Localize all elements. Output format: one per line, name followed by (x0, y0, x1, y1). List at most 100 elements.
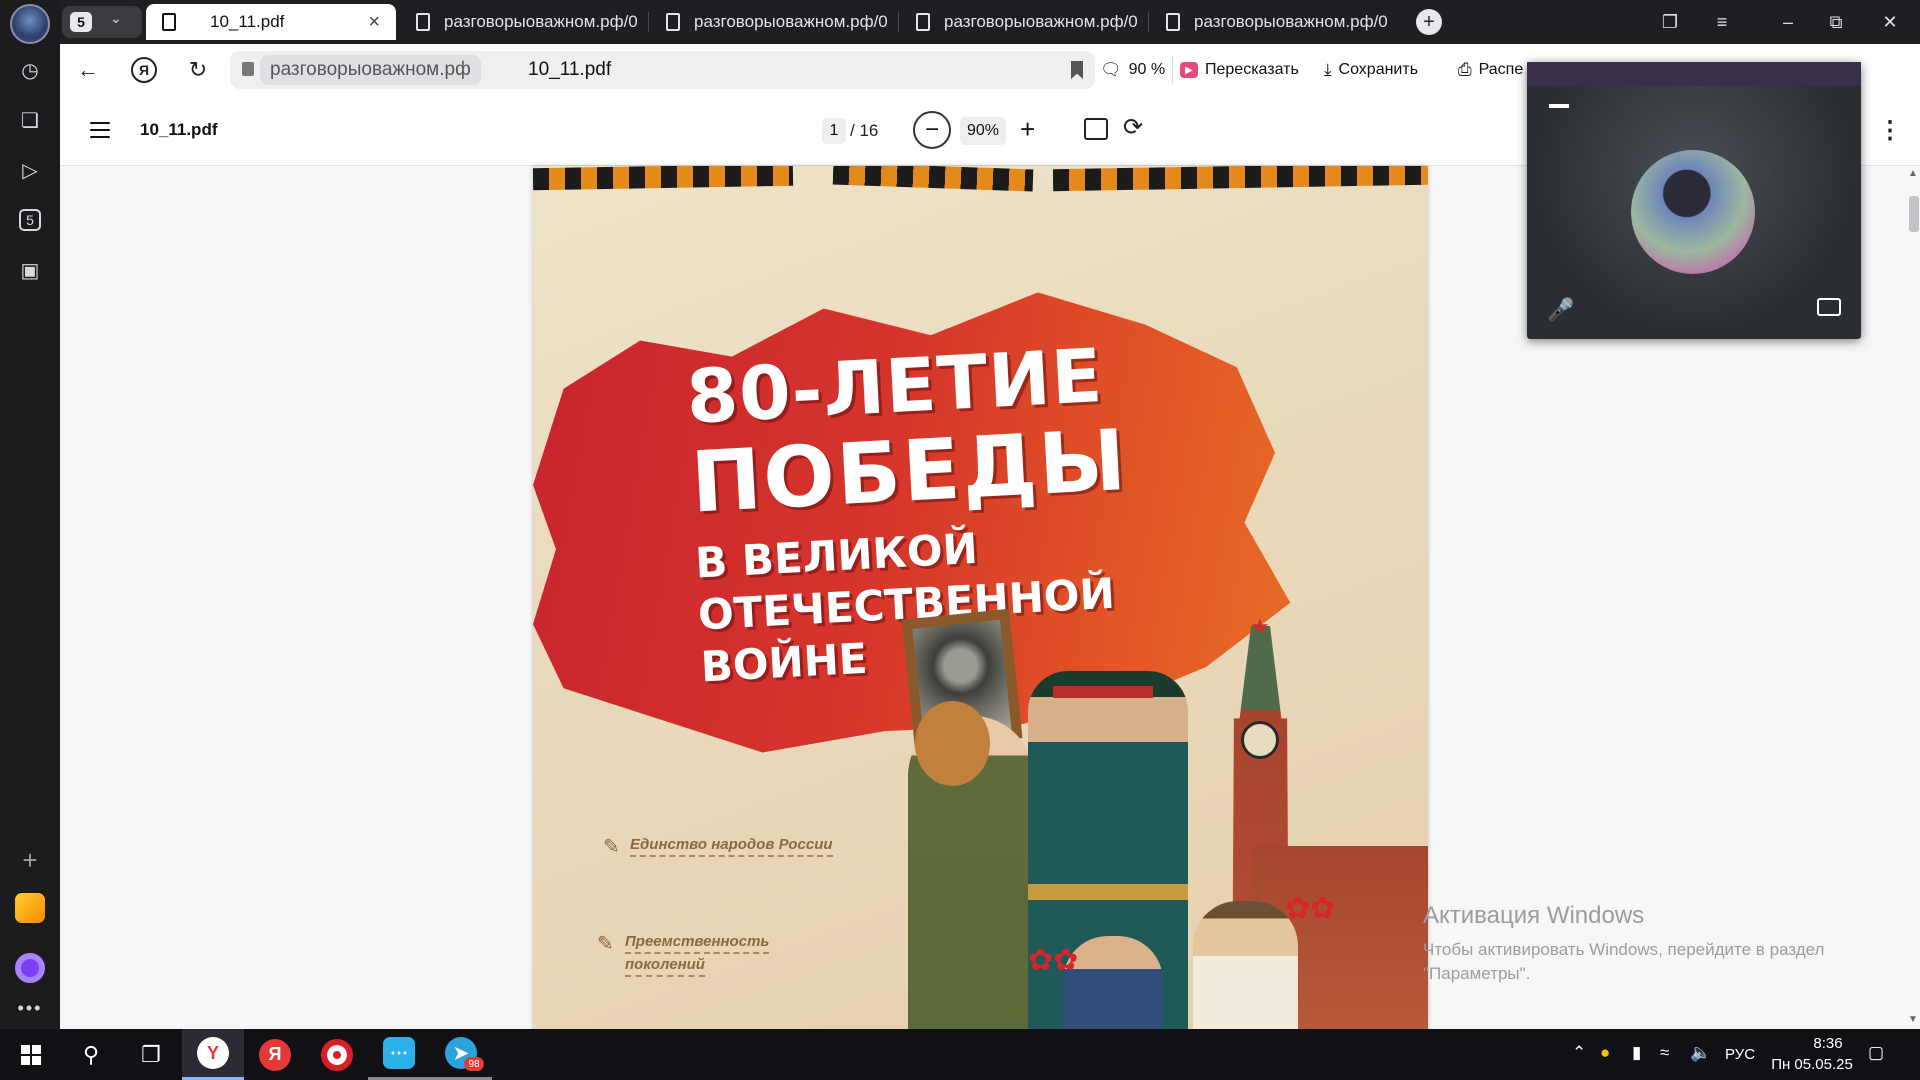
close-icon[interactable]: × (368, 11, 380, 34)
task-view-icon[interactable]: ❐ (120, 1029, 182, 1080)
soldier-cap-band (1053, 686, 1153, 698)
save-button[interactable]: ⤓ Сохранить (1324, 56, 1418, 84)
profile-avatar[interactable] (10, 4, 50, 44)
omnibox[interactable]: разговорыоважном.рф 10_11.pdf (230, 51, 1095, 89)
chevron-up-icon[interactable]: ⌃ (1572, 1043, 1586, 1063)
yandex-icon[interactable]: Я (244, 1029, 306, 1080)
yandex-browser-icon[interactable]: Y (182, 1029, 244, 1080)
speech-bubble-icon: 🗨 (1100, 60, 1122, 79)
volume-icon[interactable]: 🔈 (1690, 1043, 1711, 1063)
add-icon[interactable]: + (12, 842, 48, 878)
divider (1172, 56, 1173, 84)
collections-icon[interactable]: ❏ (12, 102, 48, 138)
page-number-input[interactable]: 1 (822, 118, 846, 144)
fit-page-icon[interactable] (1084, 118, 1108, 140)
poster-title-line: ПОБЕДЫ (688, 410, 1131, 532)
soldier-belt (1028, 884, 1188, 900)
zoom-out-button[interactable]: − (913, 111, 951, 149)
tab-item[interactable]: разговорыоважном.рф/0 (650, 4, 895, 40)
back-button[interactable]: ← (72, 54, 104, 86)
tab-group-button[interactable]: 5 ⌄ (62, 6, 142, 38)
page-zoom-button[interactable]: 🗨 90 % (1100, 56, 1165, 84)
carnation-flowers: ✿✿ (1285, 892, 1336, 925)
omnibox-page-title: 10_11.pdf (528, 59, 612, 80)
tab-separator (648, 12, 649, 32)
battery-icon[interactable]: ▮ (1632, 1043, 1641, 1063)
tab-active[interactable]: 10_11.pdf × (146, 4, 396, 40)
lock-icon (242, 62, 254, 76)
telegram-unread-badge: 98 (464, 1057, 484, 1071)
menu-icon[interactable]: ≡ (1702, 6, 1742, 38)
zoom-in-button[interactable]: + (1020, 114, 1035, 145)
page-zoom-label: 90 % (1128, 61, 1166, 78)
pdf-page: 80-ЛЕТИЕ ПОБЕДЫ В ВЕЛИКОЙ ОТЕЧЕСТВЕННОЙ … (533, 166, 1428, 1029)
clock-date[interactable]: Пн 05.05.25 (1767, 1056, 1857, 1073)
telegram-icon[interactable]: ➤ (430, 1029, 492, 1080)
bookmark-icon[interactable] (1071, 61, 1083, 79)
scroll-down-arrow[interactable]: ▼ (1908, 1014, 1918, 1025)
tab-count-badge: 5 (70, 12, 92, 32)
page-total: / 16 (850, 121, 879, 140)
chevron-down-icon: ⌄ (110, 10, 122, 26)
video-call-window[interactable]: 🎤 (1527, 62, 1861, 339)
tower-clock-illustration (1241, 721, 1279, 759)
zoom-value[interactable]: 90% (960, 117, 1006, 145)
st-george-ribbon (832, 166, 1034, 192)
new-tab-button[interactable]: + (1416, 9, 1442, 35)
mail-icon[interactable] (12, 890, 48, 926)
tab-item[interactable]: разговорыоважном.рф/0 (1150, 4, 1405, 40)
clock-time[interactable]: 8:36 (1793, 1035, 1863, 1052)
minimize-icon[interactable] (1549, 104, 1569, 108)
rotate-icon[interactable]: ⟳ (1123, 113, 1143, 142)
windows-start-icon[interactable] (0, 1029, 62, 1080)
topic-label: поколений (625, 956, 705, 977)
document-icon (162, 13, 176, 31)
update-icon[interactable]: ● (1600, 1043, 1610, 1063)
language-indicator[interactable]: РУС (1725, 1046, 1755, 1063)
messenger-icon[interactable]: ⋯ (368, 1029, 430, 1080)
tab-item[interactable]: разговорыоважном.рф/0 (900, 4, 1145, 40)
picture-in-picture-icon[interactable] (1817, 298, 1841, 316)
tab-title: разговорыоважном.рф/0 (444, 12, 638, 31)
microphone-icon[interactable]: 🎤 (1547, 297, 1574, 323)
restore-button[interactable]: ⧉ (1816, 6, 1856, 38)
history-icon[interactable]: ◷ (12, 52, 48, 88)
tab-title: разговорыоважном.рф/0 (944, 12, 1138, 31)
search-icon[interactable]: ⚲ (60, 1029, 122, 1080)
scrollbar[interactable] (1904, 166, 1920, 1029)
more-icon[interactable]: ••• (12, 990, 48, 1026)
download-icon: ⤓ (1324, 60, 1332, 79)
scroll-thumb[interactable] (1909, 196, 1919, 232)
tab-item[interactable]: разговорыоважном.рф/0 (400, 4, 645, 40)
tab-manager-icon[interactable]: ❐ (1650, 6, 1690, 38)
document-icon (1166, 13, 1180, 31)
retell-button[interactable]: ▶ Пересказать (1180, 56, 1299, 84)
scroll-up-arrow[interactable]: ▲ (1908, 168, 1918, 179)
tab-separator (898, 12, 899, 32)
activation-text: Чтобы активировать Windows, перейдите в … (1423, 940, 1825, 983)
print-button[interactable]: ⎙ Распе (1458, 56, 1523, 84)
screenshot-icon[interactable]: ▣ (12, 252, 48, 288)
minimize-button[interactable]: – (1768, 6, 1808, 38)
windows-activation-watermark: Активация Windows Чтобы активировать Win… (1423, 902, 1863, 986)
omnibox-domain[interactable]: разговорыоважном.рф (260, 55, 481, 85)
counter-icon[interactable]: 5 (12, 202, 48, 238)
save-label: Сохранить (1338, 61, 1419, 78)
reload-button[interactable]: ↻ (182, 54, 214, 86)
retell-icon: ▶ (1180, 62, 1198, 78)
yandex-button[interactable]: Я (128, 54, 160, 86)
opera-icon[interactable] (306, 1029, 368, 1080)
pen-icon: ✎ (603, 836, 620, 858)
call-title-bar[interactable] (1527, 62, 1861, 86)
alice-icon[interactable] (12, 950, 48, 986)
topic-label: Единство народов России (630, 836, 833, 857)
more-options-icon[interactable]: ⋮ (1878, 116, 1902, 145)
wifi-icon[interactable]: ≈ (1660, 1043, 1669, 1063)
pdf-file-name: 10_11.pdf (140, 120, 218, 139)
activation-title: Активация Windows (1423, 902, 1645, 929)
notifications-icon[interactable]: ▢ (1868, 1043, 1884, 1063)
hamburger-icon[interactable] (90, 122, 110, 138)
close-window-button[interactable]: ✕ (1870, 6, 1910, 38)
video-icon[interactable]: ▷ (12, 152, 48, 188)
tab-title: разговорыоважном.рф/0 (1194, 12, 1388, 31)
